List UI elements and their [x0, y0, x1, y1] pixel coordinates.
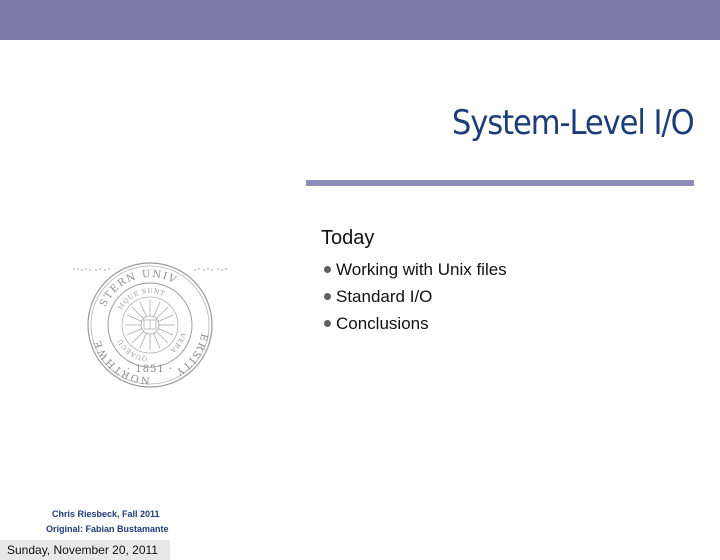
bullet-text: Standard I/O: [336, 286, 433, 306]
slide-content: Today Working with Unix files Standard I…: [321, 227, 507, 337]
footer-author: Chris Riesbeck, Fall 2011: [52, 509, 160, 519]
bullet-item: Conclusions: [321, 310, 507, 337]
title-rule: [306, 180, 694, 186]
date-label: Sunday, November 20, 2011: [7, 543, 158, 557]
section-heading: Today: [321, 227, 375, 249]
slide-title: System-Level I/O: [452, 103, 695, 143]
bullet-item: Working with Unix files: [321, 256, 507, 283]
footer-original: Original: Fabian Bustamante: [46, 524, 169, 534]
bullet-dot-icon: [324, 320, 331, 327]
bullet-item: Standard I/O: [321, 283, 507, 310]
bullet-dot-icon: [324, 266, 331, 273]
bullet-text: Working with Unix files: [336, 259, 507, 279]
bullet-text: Conclusions: [336, 313, 429, 333]
svg-text:· 1851 ·: · 1851 ·: [127, 364, 173, 375]
bullet-dot-icon: [324, 293, 331, 300]
university-seal-logo: NORTHWE STERN UNIV ERSITY · 1851 · QUAEC…: [73, 262, 227, 388]
top-band: [0, 0, 720, 40]
svg-text:MQUE SUNT: MQUE SUNT: [116, 287, 166, 311]
